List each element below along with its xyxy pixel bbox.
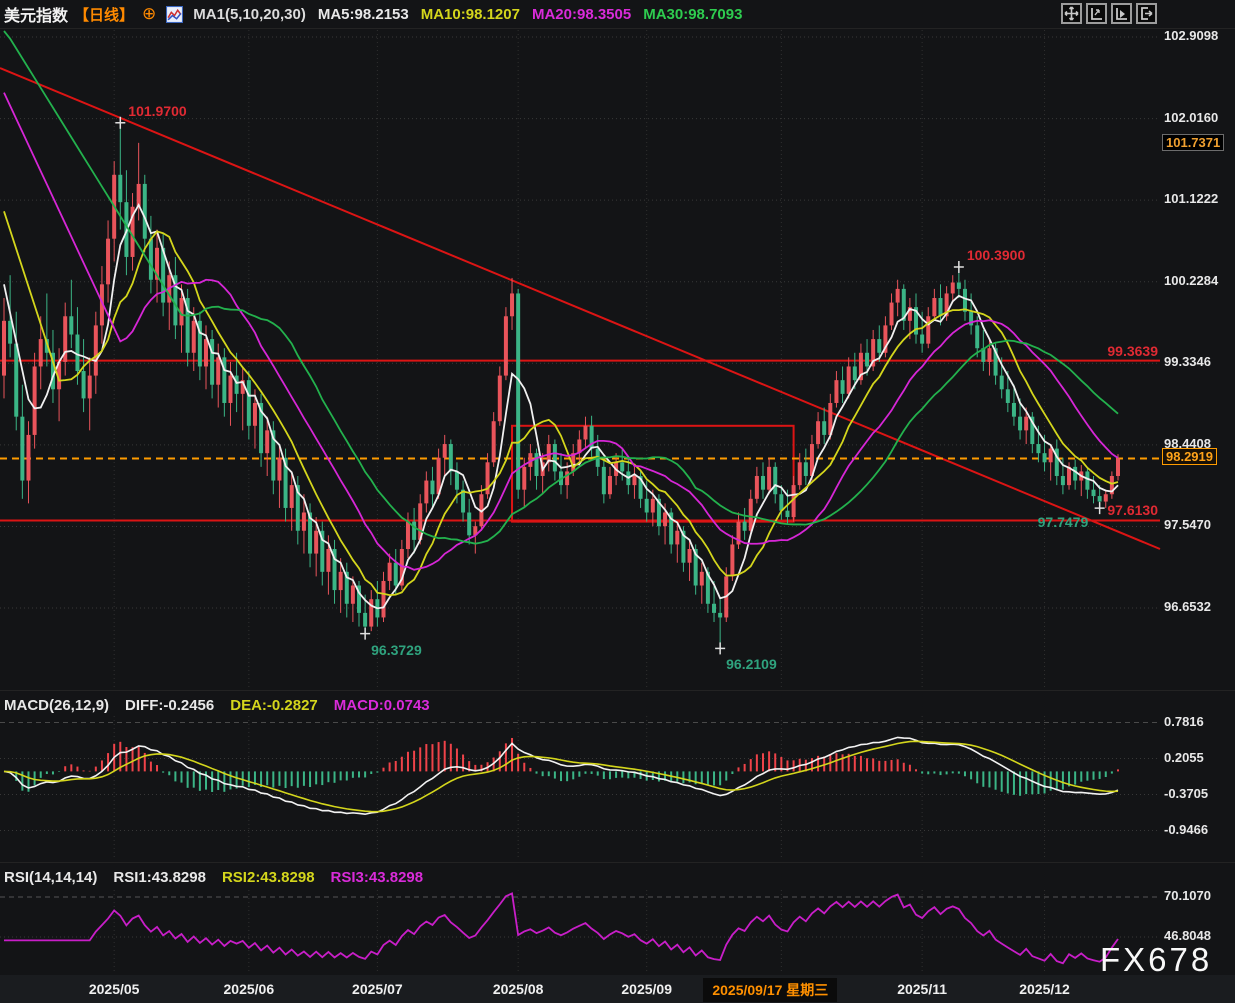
topbar: 美元指数 【日线】 ⊕ MA1(5,10,20,30) MA5:98.2153 … xyxy=(0,0,1235,28)
ma20-value: MA20:98.3505 xyxy=(532,6,631,23)
ma-settings-label[interactable]: MA1(5,10,20,30) xyxy=(193,6,306,23)
x-axis-month-label: 2025/05 xyxy=(69,981,159,997)
x-axis-month-label: 2025/06 xyxy=(204,981,294,997)
macd-axis-label: 0.7816 xyxy=(1164,714,1204,729)
labels-overlay: 102.9098 102.0160 101.1222 100.2284 99.3346 9… xyxy=(0,0,1235,1003)
y-axis-price-label: 99.3346 xyxy=(1164,354,1211,369)
trading-chart-app: 美元指数 【日线】 ⊕ MA1(5,10,20,30) MA5:98.2153 … xyxy=(0,0,1235,1003)
x-axis-month-label: 2025/09 xyxy=(602,981,692,997)
ma30-value: MA30:98.7093 xyxy=(643,6,742,23)
ma10-value: MA10:98.1207 xyxy=(421,6,520,23)
macd-axis-label: -0.3705 xyxy=(1164,786,1208,801)
y-axis-price-label: 96.6532 xyxy=(1164,599,1211,614)
add-indicator-icon[interactable]: ⊕ xyxy=(142,4,156,24)
hline-price-label: 97.6130 xyxy=(1080,502,1158,518)
low-price-annotation: 96.3729 xyxy=(371,642,422,658)
scale-axis-right-icon[interactable] xyxy=(1111,3,1132,24)
rsi-axis-label: 70.1070 xyxy=(1164,888,1211,903)
scale-axis-left-icon[interactable] xyxy=(1086,3,1107,24)
macd-axis-label: 0.2055 xyxy=(1164,750,1204,765)
y-axis-price-label: 100.2284 xyxy=(1164,273,1218,288)
x-axis-month-label: 2025/08 xyxy=(473,981,563,997)
period-selector[interactable]: 【日线】 xyxy=(74,4,134,25)
ma5-value: MA5:98.2153 xyxy=(318,6,409,23)
high-price-annotation: 101.9700 xyxy=(128,103,186,119)
collapse-panel-icon[interactable] xyxy=(1136,3,1157,24)
y-axis-price-label: 97.5470 xyxy=(1164,517,1211,532)
low-price-annotation: 97.7479 xyxy=(1038,514,1089,530)
hline-price-label: 99.3639 xyxy=(1080,343,1158,359)
high-price-annotation: 100.3900 xyxy=(967,247,1025,263)
alert-price-badge: 101.7371 xyxy=(1162,134,1224,151)
symbol-title: 美元指数 xyxy=(4,2,68,26)
y-axis-price-label: 102.9098 xyxy=(1164,28,1218,43)
watermark: FX678 xyxy=(1100,941,1212,979)
last-price-badge: 98.2919 xyxy=(1162,448,1217,465)
x-axis-month-label: 2025/12 xyxy=(1000,981,1090,997)
low-price-annotation: 96.2109 xyxy=(726,656,777,672)
y-axis-price-label: 101.1222 xyxy=(1164,191,1218,206)
x-axis-month-label: 2025/11 xyxy=(877,981,967,997)
x-axis-month-label: 2025/07 xyxy=(332,981,422,997)
chart-type-icon[interactable] xyxy=(166,6,183,23)
macd-axis-label: -0.9466 xyxy=(1164,822,1208,837)
chart-toolbar xyxy=(1061,3,1157,24)
pan-icon[interactable] xyxy=(1061,3,1082,24)
y-axis-price-label: 102.0160 xyxy=(1164,110,1218,125)
crosshair-date-badge: 2025/09/17 星期三 xyxy=(703,978,837,1002)
